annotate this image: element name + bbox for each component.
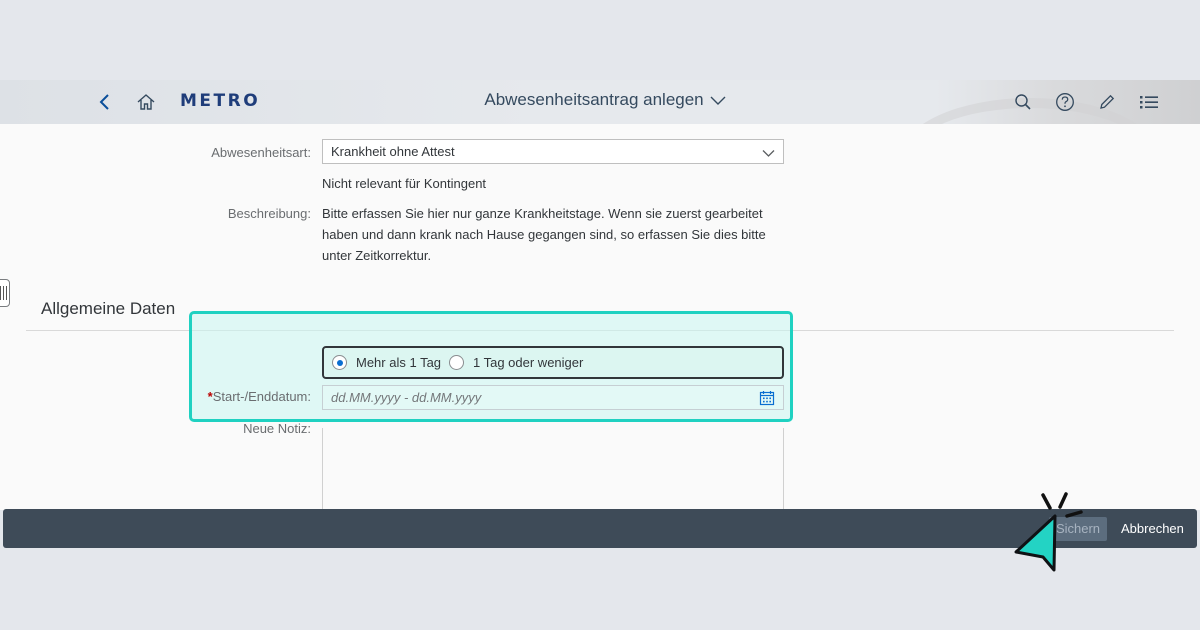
search-icon[interactable] xyxy=(1011,90,1035,114)
radio-label: Mehr als 1 Tag xyxy=(356,355,442,370)
date-label: *Start-/Enddatum: xyxy=(195,389,311,404)
calendar-icon[interactable] xyxy=(759,390,775,409)
top-background xyxy=(0,0,1200,80)
cancel-button[interactable]: Abbrechen xyxy=(1121,521,1184,536)
help-icon[interactable] xyxy=(1053,90,1077,114)
list-icon[interactable] xyxy=(1137,90,1161,114)
radio-selected-icon xyxy=(332,355,347,370)
app-title-text: Abwesenheitsantrag anlegen xyxy=(484,90,704,109)
date-placeholder: dd.MM.yyyy - dd.MM.yyyy xyxy=(331,390,482,405)
absence-type-value: Krankheit ohne Attest xyxy=(331,144,455,159)
section-title: Allgemeine Daten xyxy=(41,299,176,318)
description-text: Bitte erfassen Sie hier nur ganze Krankh… xyxy=(322,206,766,263)
radio-label: 1 Tag oder weniger xyxy=(473,355,584,370)
note-textarea[interactable] xyxy=(322,428,784,510)
note-label: Neue Notiz: xyxy=(243,421,311,436)
duration-radio-group: Mehr als 1 Tag 1 Tag oder weniger xyxy=(322,346,784,379)
absence-type-select[interactable]: Krankheit ohne Attest xyxy=(322,139,784,164)
radio-one-day-or-less[interactable]: 1 Tag oder weniger xyxy=(449,355,583,370)
quota-note: Nicht relevant für Kontingent xyxy=(322,176,487,191)
click-cursor-icon xyxy=(1014,492,1083,572)
description-label: Beschreibung: xyxy=(227,206,311,221)
date-range-input[interactable]: dd.MM.yyyy - dd.MM.yyyy xyxy=(322,385,784,410)
chevron-down-icon xyxy=(762,146,775,161)
edit-icon[interactable] xyxy=(1095,90,1119,114)
radio-unselected-icon xyxy=(449,355,464,370)
radio-more-than-one-day[interactable]: Mehr als 1 Tag xyxy=(332,355,441,370)
chevron-down-icon xyxy=(710,91,726,111)
date-label-text: Start-/Enddatum: xyxy=(212,389,311,404)
absence-type-label: Abwesenheitsart: xyxy=(211,145,311,160)
side-handle-icon[interactable] xyxy=(0,279,10,307)
